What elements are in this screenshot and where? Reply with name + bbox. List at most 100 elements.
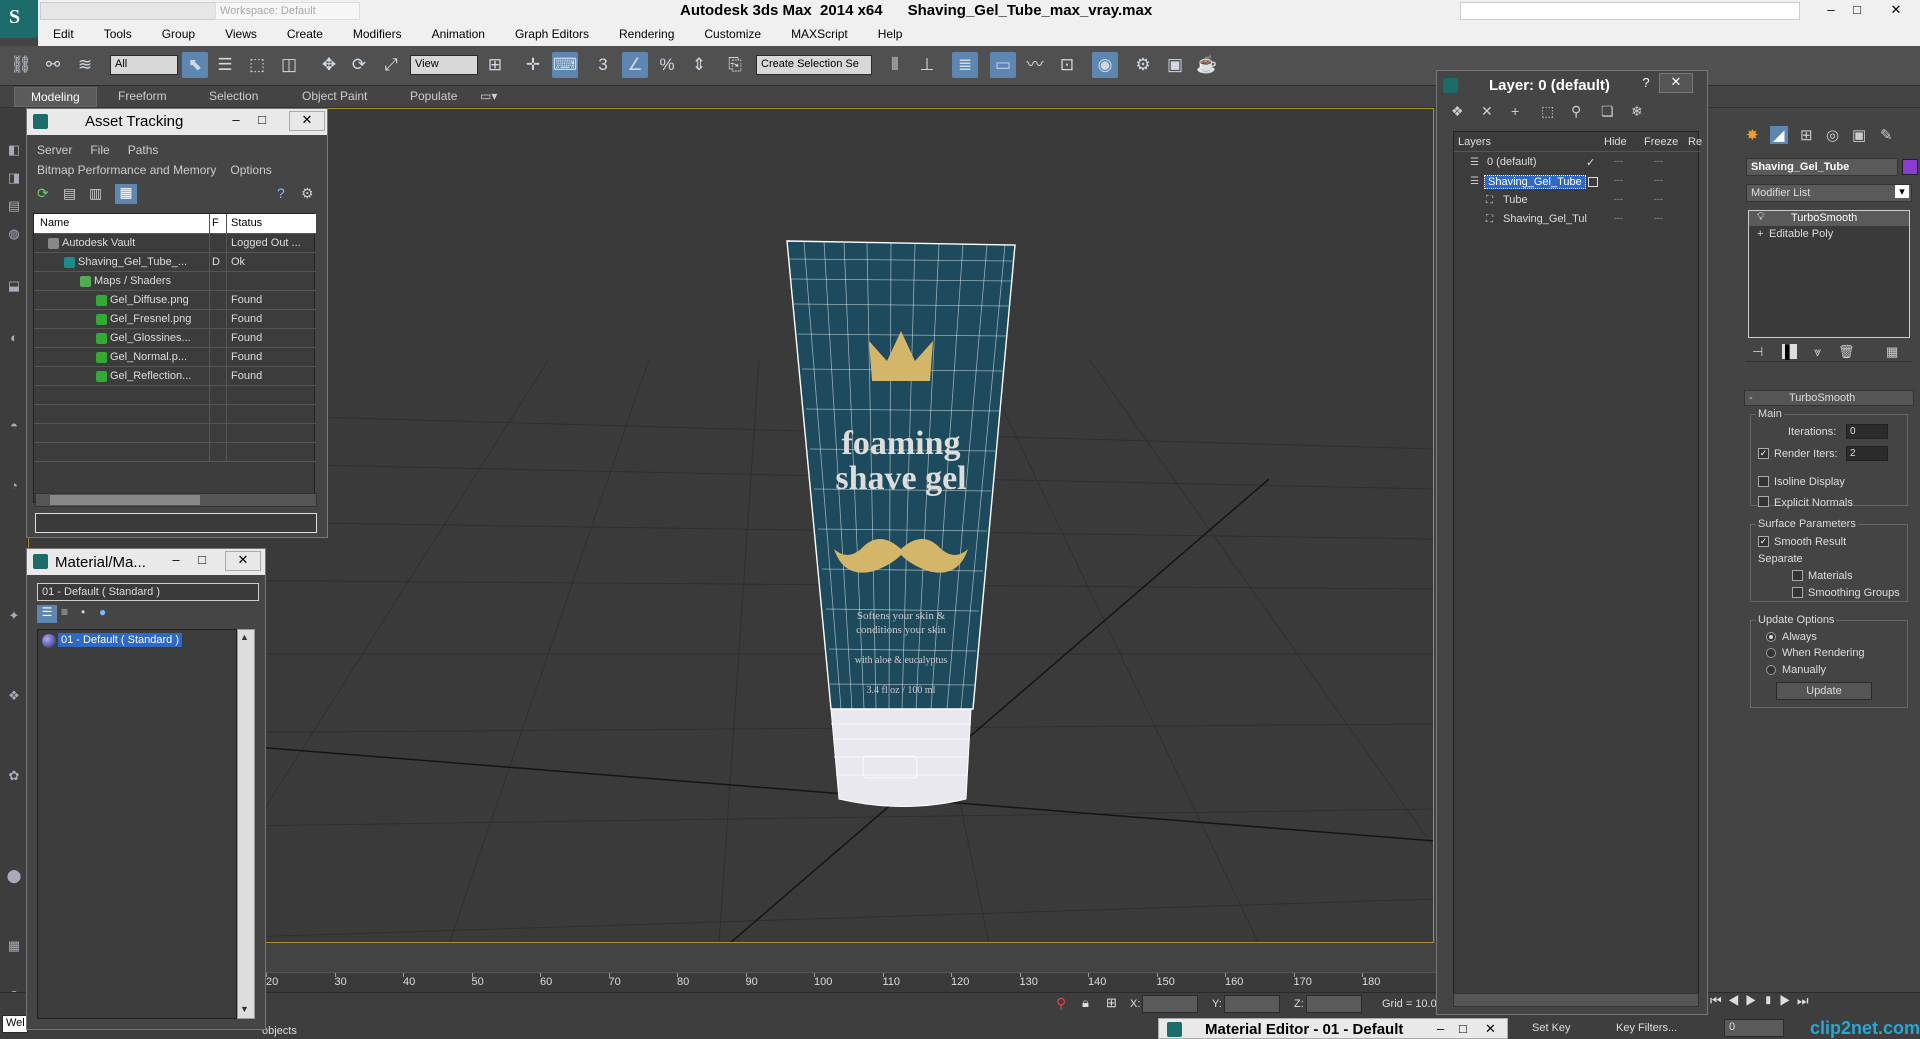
material-search-field[interactable]: 01 - Default ( Standard ) <box>37 583 259 601</box>
smoothing-groups-checkbox[interactable] <box>1792 587 1803 598</box>
maximize-button[interactable]: □ <box>1846 2 1868 20</box>
menu-maxscript[interactable]: MAXScript <box>776 24 863 46</box>
hide-toggle[interactable]: --- <box>1614 213 1623 223</box>
ribbon-options-icon[interactable]: ▭▾ <box>474 87 503 107</box>
snaps-toggle-icon[interactable]: 3 <box>590 52 616 78</box>
freeze-toggle[interactable]: --- <box>1654 156 1663 166</box>
close-button[interactable]: ✕ <box>1485 1021 1496 1037</box>
search-input[interactable] <box>1460 2 1800 20</box>
menu-help[interactable]: Help <box>863 24 918 46</box>
show-end-result-icon[interactable]: ▌ <box>1782 344 1798 359</box>
rect-selection-icon[interactable]: ⬚ <box>244 52 270 78</box>
maxscript-listener[interactable]: Wel <box>2 1015 28 1033</box>
remove-modifier-icon[interactable]: 🗑︎ <box>1838 344 1855 360</box>
freeze-all-icon[interactable]: ❄ <box>1631 103 1643 120</box>
table-row[interactable] <box>34 405 316 424</box>
material-tree-item[interactable]: 01 - Default ( Standard ) <box>58 633 183 647</box>
object-color-swatch[interactable] <box>1902 159 1918 175</box>
maximize-button[interactable]: □ <box>253 112 271 130</box>
refresh-icon[interactable]: ⟳ <box>37 185 49 202</box>
update-button[interactable]: Update <box>1776 682 1872 700</box>
hide-toggle[interactable]: --- <box>1614 175 1623 185</box>
menu-graph-editors[interactable]: Graph Editors <box>500 24 604 46</box>
column-layers[interactable]: Layers <box>1458 136 1491 148</box>
render-setup-icon[interactable]: ⚙ <box>1130 52 1156 78</box>
scroll-up-icon[interactable]: ▲ <box>240 632 249 642</box>
rotate-icon[interactable]: ⟳ <box>346 52 372 78</box>
thumbnail-icon[interactable]: ▥ <box>89 185 102 202</box>
freeze-toggle[interactable]: --- <box>1654 194 1663 204</box>
tool-icon[interactable]: ▤ <box>4 198 24 218</box>
maximize-button[interactable]: □ <box>1459 1021 1467 1036</box>
table-row[interactable] <box>34 386 316 405</box>
render-iters-spinner[interactable]: 2 <box>1846 446 1888 461</box>
chevron-down-icon[interactable]: ▾ <box>1895 185 1909 198</box>
always-radio[interactable] <box>1766 632 1776 642</box>
tool-icon[interactable]: ◨ <box>4 170 24 190</box>
table-row[interactable]: Gel_Normal.p... Found <box>34 348 316 367</box>
angle-snap-icon[interactable]: ∠ <box>622 52 648 78</box>
tool-icon[interactable]: ▦ <box>4 938 24 958</box>
motion-tab-icon[interactable]: ◎ <box>1826 126 1839 144</box>
menu-bitmap-performance[interactable]: Bitmap Performance and Memory <box>37 163 216 177</box>
minimize-button[interactable]: – <box>1820 2 1842 20</box>
app-logo[interactable]: S <box>0 0 38 38</box>
tool-icon[interactable]: ✿ <box>4 768 24 788</box>
menu-tools[interactable]: Tools <box>89 24 147 46</box>
hide-all-icon[interactable]: ❏ <box>1601 103 1614 120</box>
object-name-field[interactable]: Shaving_Gel_Tube <box>1746 158 1898 176</box>
tool-icon[interactable]: ◔ <box>4 478 24 498</box>
help-button[interactable]: ? <box>1637 75 1655 93</box>
z-coordinate-field[interactable] <box>1306 995 1362 1013</box>
hide-toggle[interactable]: --- <box>1614 194 1623 204</box>
column-header-f[interactable]: F <box>210 214 227 234</box>
menu-paths[interactable]: Paths <box>128 143 159 157</box>
set-active-layer-icon[interactable] <box>1588 177 1598 187</box>
explicit-normals-checkbox[interactable] <box>1758 496 1769 507</box>
column-hide[interactable]: Hide <box>1604 136 1627 148</box>
reference-coordinate-dropdown[interactable]: View <box>410 55 478 75</box>
freeze-toggle[interactable]: --- <box>1654 175 1663 185</box>
tab-object-paint[interactable]: Object Paint <box>286 87 383 107</box>
close-button[interactable]: ✕ <box>225 551 261 571</box>
tab-freeform[interactable]: Freeform <box>102 87 183 107</box>
tab-selection[interactable]: Selection <box>193 87 274 107</box>
asset-path-field[interactable] <box>35 513 317 533</box>
layer-titlebar[interactable]: Layer: 0 (default) ? ✕ <box>1437 71 1707 99</box>
unlink-icon[interactable]: ⚯ <box>40 52 66 78</box>
move-icon[interactable]: ✥ <box>316 52 342 78</box>
material-editor-icon[interactable]: ◉ <box>1092 52 1118 78</box>
select-objects-icon[interactable]: ⬚ <box>1541 103 1554 120</box>
tool-icon[interactable]: ◧ <box>4 142 24 162</box>
display-tab-icon[interactable]: ▣ <box>1852 126 1866 144</box>
window-crossing-icon[interactable]: ◫ <box>276 52 302 78</box>
table-row[interactable]: Gel_Reflection... Found <box>34 367 316 386</box>
current-frame-field[interactable]: 0 <box>1724 1019 1784 1037</box>
graphite-toolset-icon[interactable]: ▭ <box>990 52 1016 78</box>
expand-icon[interactable]: • <box>81 605 85 619</box>
tool-icon[interactable]: ◓ <box>4 418 24 438</box>
render-production-icon[interactable]: ☕ <box>1194 52 1220 78</box>
absolute-mode-icon[interactable]: ⊞ <box>1106 995 1117 1011</box>
modifier-list-dropdown[interactable]: Modifier List ▾ <box>1746 184 1912 202</box>
column-header-name[interactable]: Name <box>34 214 210 234</box>
edit-named-selection-icon[interactable]: ⎘ <box>722 52 748 78</box>
create-layer-icon[interactable]: ❖ <box>1451 103 1464 120</box>
tool-icon[interactable]: ❖ <box>4 688 24 708</box>
table-row[interactable] <box>34 424 316 443</box>
tool-icon[interactable]: ✦ <box>4 608 24 628</box>
smooth-result-checkbox[interactable]: ✓ <box>1758 536 1769 547</box>
key-filters-button[interactable]: Key Filters... <box>1616 1022 1677 1034</box>
delete-layer-icon[interactable]: ✕ <box>1481 103 1493 120</box>
when-rendering-radio[interactable] <box>1766 648 1776 658</box>
column-header-status[interactable]: Status <box>227 214 316 234</box>
layer-manager-icon[interactable]: ≣ <box>952 52 978 78</box>
column-freeze[interactable]: Freeze <box>1644 136 1678 148</box>
create-tab-icon[interactable]: ✸ <box>1746 126 1759 144</box>
align-icon[interactable]: ⊥ <box>914 52 940 78</box>
schematic-view-icon[interactable]: ⊡ <box>1054 52 1080 78</box>
select-manipulate-icon[interactable]: ✛ <box>520 52 546 78</box>
layer-row[interactable]: ⛶ Tube --- --- <box>1454 192 1704 211</box>
layer-row[interactable]: ☰ 0 (default) ✓ --- --- <box>1454 154 1704 173</box>
menu-animation[interactable]: Animation <box>417 24 500 46</box>
